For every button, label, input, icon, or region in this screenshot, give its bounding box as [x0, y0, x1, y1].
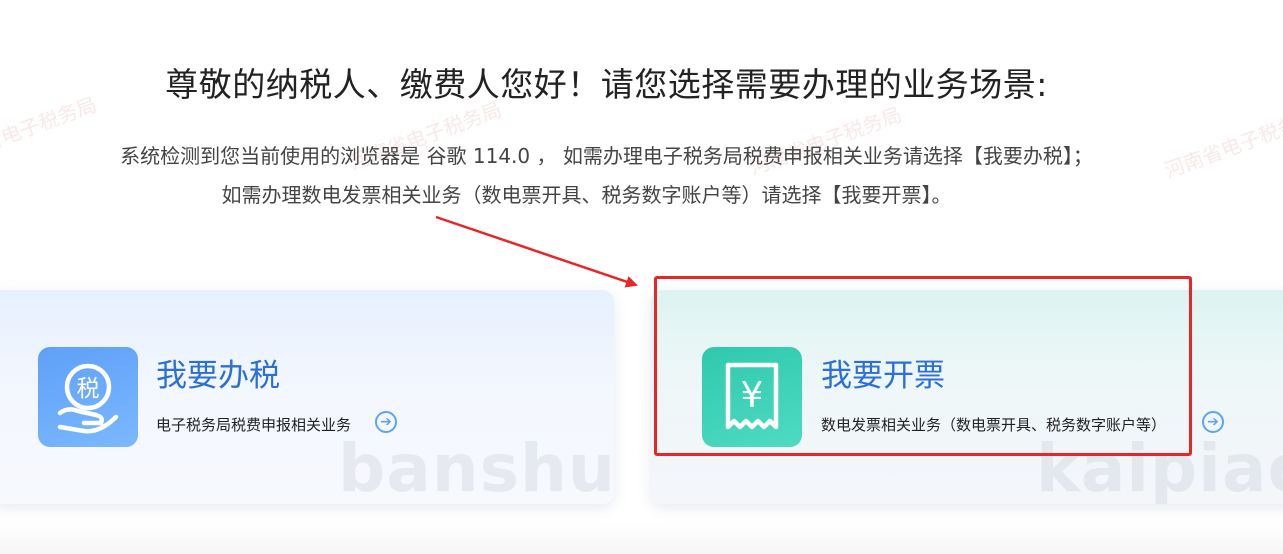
card-description: 数电发票相关业务（数电票开具、税务数字账户等） — [821, 416, 1167, 434]
card-title: 我要开票 — [821, 358, 945, 394]
invoice-service-card[interactable]: kaipiao ¥ 我要开票 数电发票相关业务（数电票开具、税务数字账户等） ➔ — [651, 290, 1283, 504]
browser-notice-line1: 系统检测到您当前使用的浏览器是 谷歌 114.0 ， 如需办理电子税务局税费申报… — [120, 144, 1093, 168]
svg-text:税: 税 — [77, 376, 100, 402]
svg-text:¥: ¥ — [741, 375, 764, 416]
card-background-word: banshui — [338, 430, 614, 504]
browser-notice-line2: 如需办理数电发票相关业务（数电票开具、税务数字账户等）请选择【我要开票】。 — [221, 183, 952, 207]
card-description: 电子税务局税费申报相关业务 — [156, 416, 352, 434]
tax-service-card[interactable]: banshui 税 我要办税 电子税务局税费申报相关业务 ➔ — [0, 290, 614, 504]
receipt-yen-icon: ¥ — [702, 347, 802, 447]
tax-hand-icon: 税 — [38, 347, 138, 447]
card-title: 我要办税 — [156, 358, 280, 394]
arrow-right-circle-icon[interactable]: ➔ — [375, 411, 397, 433]
page-bottom-band — [0, 522, 1283, 554]
card-background-word: kaipiao — [1036, 430, 1283, 504]
arrow-right-circle-icon[interactable]: ➔ — [1202, 411, 1224, 433]
page-heading: 尊敬的纳税人、缴费人您好！请您选择需要办理的业务场景: — [165, 65, 1048, 104]
